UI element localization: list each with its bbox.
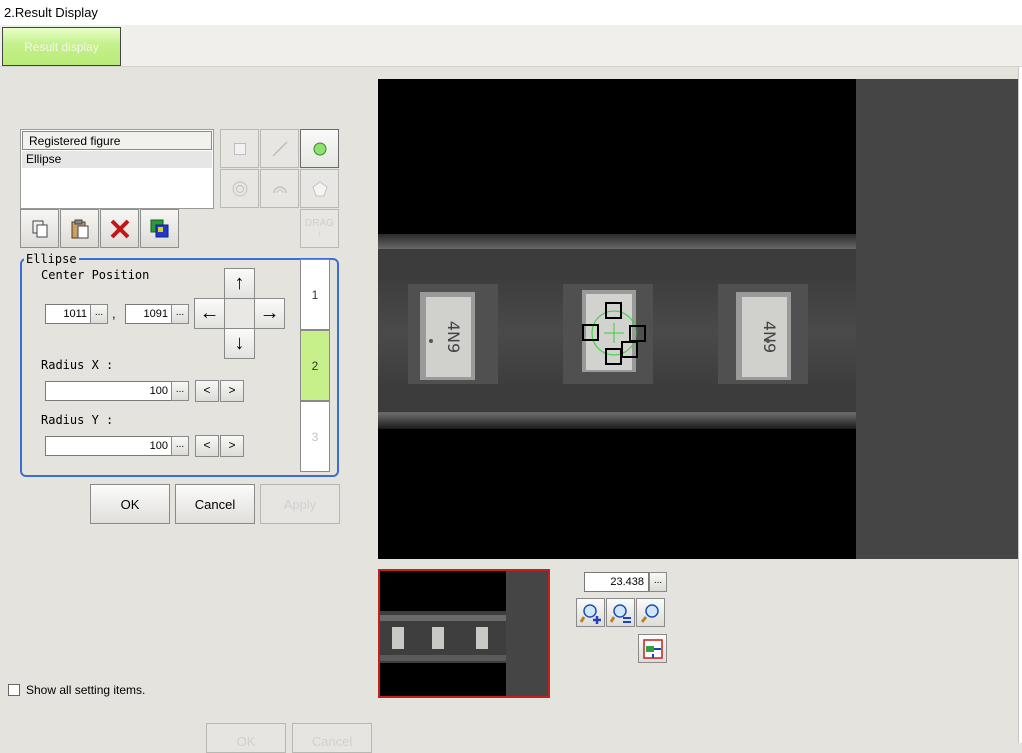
center-y-field[interactable]: 1091 bbox=[125, 304, 171, 324]
paste-icon bbox=[71, 219, 88, 238]
center-y-dots-button[interactable]: ... bbox=[171, 304, 189, 324]
center-position-label: Center Position bbox=[41, 268, 150, 282]
registered-figure-list: Registered figure Ellipse bbox=[20, 129, 214, 209]
image-viewer[interactable]: 4N9 4N9 bbox=[378, 79, 856, 559]
show-all-label: Show all setting items. bbox=[26, 683, 146, 697]
title-bar: 2.Result Display bbox=[0, 0, 1022, 25]
rectangle-tool-button[interactable] bbox=[220, 129, 259, 168]
zoom-in-button[interactable] bbox=[576, 598, 605, 627]
wide-circle-tool-button[interactable] bbox=[220, 169, 259, 208]
list-item-ellipse[interactable]: Ellipse bbox=[22, 151, 212, 168]
radius-x-field[interactable]: 100 bbox=[45, 381, 171, 401]
arc-tool-button[interactable] bbox=[260, 169, 299, 208]
fit-window-button[interactable] bbox=[638, 634, 667, 663]
layer-button[interactable] bbox=[140, 209, 179, 248]
navigator-thumbnail[interactable] bbox=[378, 569, 550, 698]
radius-y-dots-button[interactable]: ... bbox=[171, 436, 189, 456]
radius-x-label: Radius X : bbox=[41, 358, 114, 372]
layer-icon bbox=[150, 219, 168, 237]
radius-y-label: Radius Y : bbox=[41, 413, 114, 427]
center-x-dots-button[interactable]: ... bbox=[90, 304, 108, 324]
page-2-button[interactable]: 2 bbox=[300, 330, 330, 401]
show-all-checkbox[interactable] bbox=[8, 684, 20, 696]
move-down-button[interactable]: ↓ bbox=[224, 328, 255, 359]
registered-figure-header: Registered figure bbox=[22, 131, 212, 150]
arrow-left-icon: ← bbox=[199, 302, 220, 324]
center-separator: , bbox=[112, 306, 116, 321]
radius-x-increment-button[interactable]: > bbox=[220, 380, 244, 402]
center-x-field[interactable]: 1011 bbox=[45, 304, 90, 324]
rectangle-icon bbox=[233, 142, 246, 155]
line-tool-button[interactable] bbox=[260, 129, 299, 168]
zoom-in-icon bbox=[579, 603, 601, 624]
polygon-tool-button[interactable] bbox=[300, 169, 339, 208]
bottom-cancel-button[interactable]: Cancel bbox=[292, 723, 372, 753]
arc-icon bbox=[272, 185, 287, 193]
zoom-field[interactable]: 23.438 bbox=[584, 572, 649, 592]
thumbnail-image bbox=[380, 571, 548, 696]
drag-label: DRAG bbox=[305, 217, 334, 229]
radius-x-dots-button[interactable]: ... bbox=[171, 381, 189, 401]
move-up-button[interactable]: ↑ bbox=[224, 268, 255, 299]
window-title: 2.Result Display bbox=[4, 5, 98, 20]
zoom-out-icon bbox=[609, 603, 631, 623]
arrow-right-icon: → bbox=[259, 302, 280, 324]
delete-button[interactable] bbox=[100, 209, 139, 248]
circle-tool-button[interactable] bbox=[300, 129, 339, 168]
cancel-button[interactable]: Cancel bbox=[175, 484, 255, 524]
radius-y-field[interactable]: 100 bbox=[45, 436, 171, 456]
zoom-fit-button[interactable] bbox=[636, 598, 665, 627]
right-scroll-edge bbox=[1018, 67, 1022, 743]
radius-y-decrement-button[interactable]: < bbox=[195, 435, 219, 457]
page-3-button[interactable]: 3 bbox=[300, 401, 330, 472]
circle-icon bbox=[313, 142, 326, 155]
radius-x-decrement-button[interactable]: < bbox=[195, 380, 219, 402]
radius-y-increment-button[interactable]: > bbox=[220, 435, 244, 457]
arrow-up-icon: ↑ bbox=[234, 272, 245, 294]
copy-button[interactable] bbox=[20, 209, 59, 248]
drag-button[interactable]: DRAG ↑ bbox=[300, 209, 339, 248]
copy-icon bbox=[32, 220, 47, 237]
paste-button[interactable] bbox=[60, 209, 99, 248]
wide-circle-icon bbox=[232, 181, 247, 196]
line-icon bbox=[271, 140, 288, 157]
move-right-button[interactable]: → bbox=[254, 298, 285, 329]
tab-result-display[interactable]: Result display bbox=[2, 27, 121, 66]
camera-image: 4N9 4N9 bbox=[378, 234, 856, 429]
tab-label: Result display bbox=[24, 39, 99, 54]
viewer-gray-area bbox=[856, 79, 1018, 559]
fit-window-icon bbox=[642, 638, 663, 659]
apply-button[interactable]: Apply bbox=[260, 484, 340, 524]
chip-marking-1: 4N9 bbox=[444, 321, 463, 353]
page-1-button[interactable]: 1 bbox=[300, 259, 330, 330]
tab-strip bbox=[0, 25, 1022, 67]
arrow-pad-center bbox=[225, 299, 255, 328]
zoom-dots-button[interactable]: ... bbox=[649, 572, 667, 592]
arrow-down-icon: ↓ bbox=[234, 332, 245, 354]
bottom-ok-button[interactable]: OK bbox=[206, 723, 286, 753]
ellipse-group-title: Ellipse bbox=[24, 252, 79, 266]
drag-icon: ↑ bbox=[317, 228, 322, 240]
delete-icon bbox=[110, 219, 129, 238]
move-left-button[interactable]: ← bbox=[194, 298, 225, 329]
polygon-icon bbox=[311, 180, 328, 196]
chip-marking-3: 4N9 bbox=[760, 321, 779, 353]
ok-button[interactable]: OK bbox=[90, 484, 170, 524]
zoom-out-button[interactable] bbox=[606, 598, 635, 627]
zoom-fit-icon bbox=[640, 603, 659, 623]
